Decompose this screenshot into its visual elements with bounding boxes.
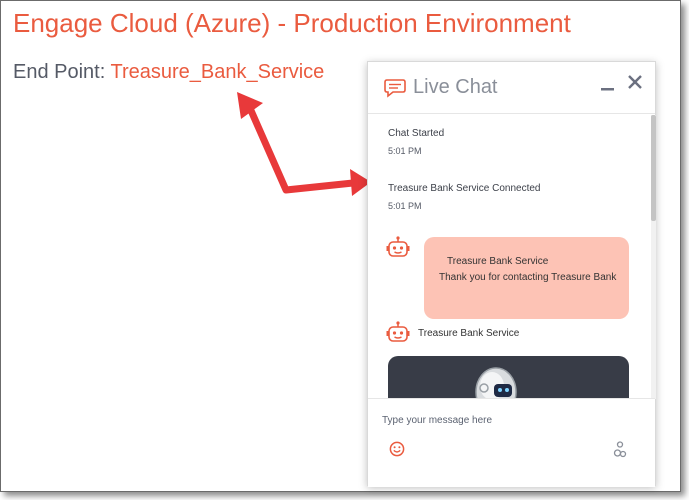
- system-message: Treasure Bank Service Connected: [388, 183, 541, 194]
- robot-image: [475, 367, 517, 399]
- system-message: Chat Started: [388, 128, 445, 139]
- page-title: Engage Cloud (Azure) - Production Enviro…: [13, 8, 571, 38]
- media-card[interactable]: [388, 356, 629, 399]
- chat-title: Live Chat: [413, 76, 498, 98]
- message-input[interactable]: [382, 409, 632, 431]
- bubble-sender: Treasure Bank Service: [447, 256, 549, 267]
- live-chat-widget: Live Chat Chat Started 5:01 PM Treasure …: [367, 61, 656, 487]
- close-icon[interactable]: [627, 74, 643, 90]
- endpoint-label: End Point:: [13, 61, 111, 83]
- attachment-icon[interactable]: [613, 441, 627, 459]
- endpoint-row: End Point: Treasure_Bank_Service: [13, 61, 324, 84]
- bot-name: Treasure Bank Service: [418, 328, 520, 339]
- message-time: 5:01 PM: [388, 146, 422, 156]
- message-time: 5:01 PM: [388, 201, 422, 211]
- chat-bubble-icon: [384, 79, 406, 98]
- endpoint-value: Treasure_Bank_Service: [110, 61, 325, 83]
- bot-icon: [386, 321, 410, 342]
- scrollbar-thumb[interactable]: [651, 115, 656, 221]
- chat-scrollbar[interactable]: [651, 115, 656, 399]
- message-composer: [368, 398, 655, 487]
- emoji-icon[interactable]: [389, 441, 405, 457]
- bot-icon: [386, 236, 410, 257]
- screenshot-frame: Engage Cloud (Azure) - Production Enviro…: [0, 0, 681, 492]
- minimize-icon[interactable]: [600, 79, 616, 95]
- bubble-text: Thank you for contacting Treasure Bank: [439, 272, 617, 283]
- bot-message-bubble: Treasure Bank Service Thank you for cont…: [424, 237, 629, 319]
- chat-header: Live Chat: [368, 62, 655, 114]
- chat-transcript[interactable]: Chat Started 5:01 PM Treasure Bank Servi…: [368, 115, 654, 399]
